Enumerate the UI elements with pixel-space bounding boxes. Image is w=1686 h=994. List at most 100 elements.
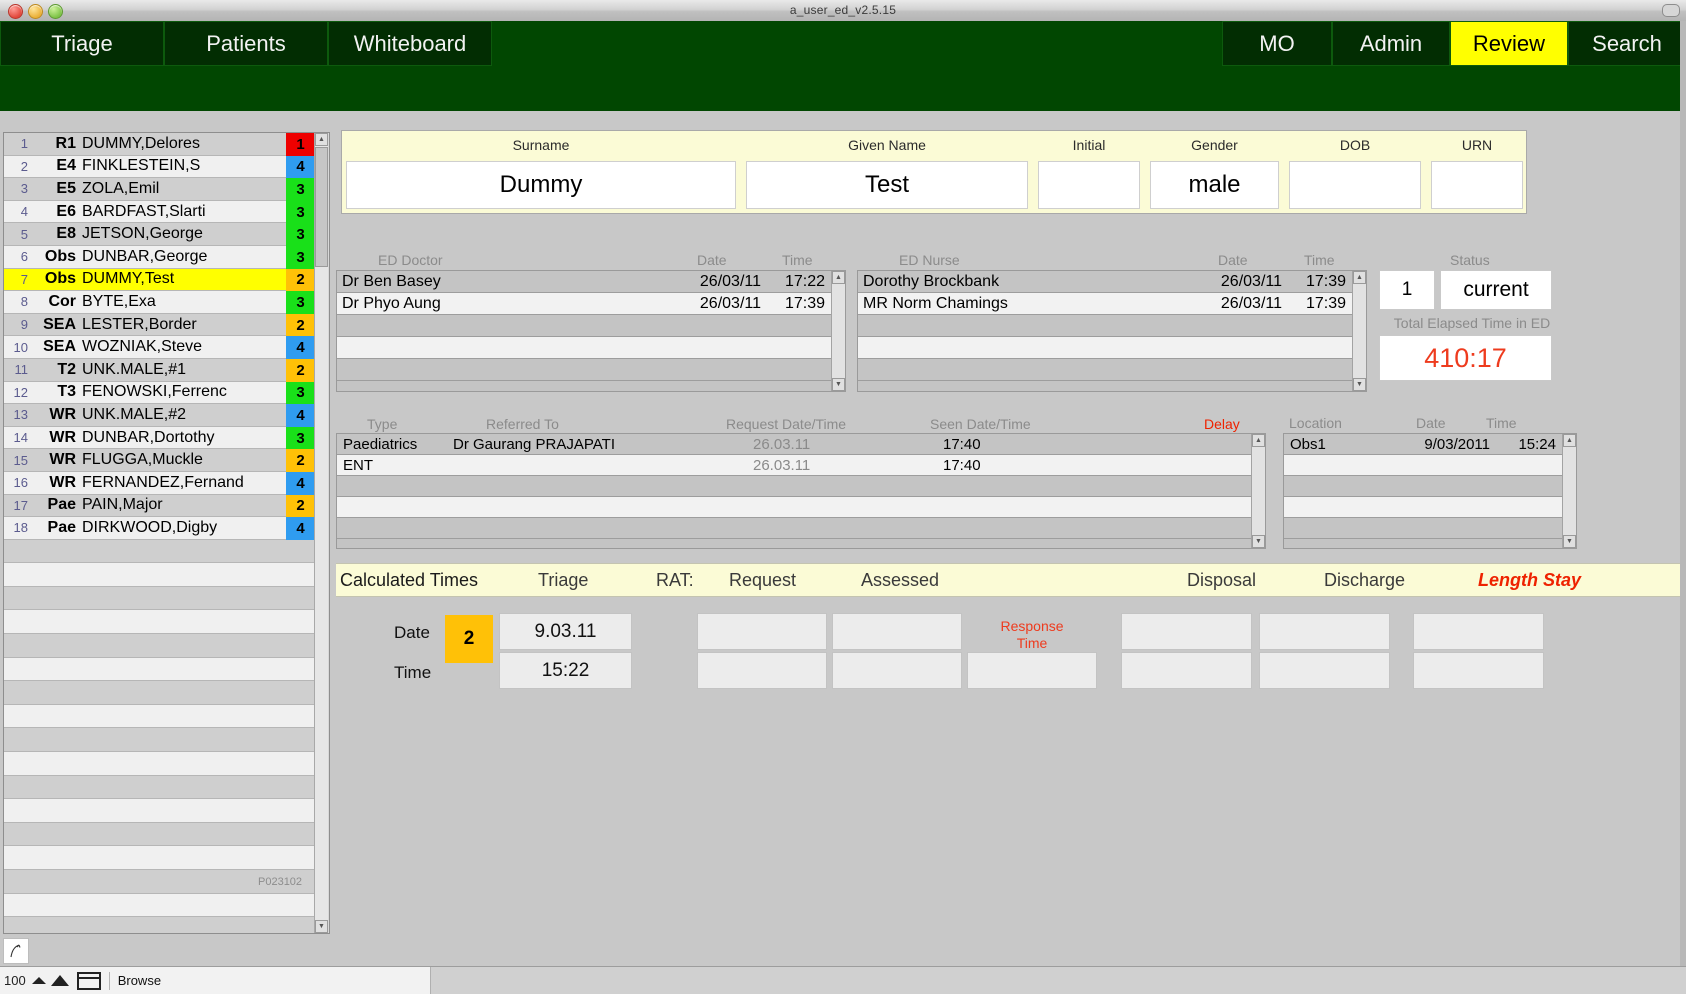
patient-field-gender[interactable]: male (1150, 161, 1279, 209)
patient-list-empty-row[interactable] (4, 775, 315, 800)
patient-list-row[interactable]: 12 T3 FENOWSKI,Ferrenc 3 (4, 381, 315, 405)
ct-length-stay-time-field[interactable] (1413, 652, 1544, 689)
ed-doctor-scrollbar[interactable]: ▲ ▼ (831, 271, 845, 391)
status-code-field[interactable]: 1 (1379, 270, 1435, 310)
nav-tab-review[interactable]: Review (1450, 21, 1568, 66)
patient-list-row[interactable]: 2 E4 FINKLESTEIN,S 4 (4, 155, 315, 179)
ct-discharge-date-field[interactable] (1259, 613, 1390, 650)
patient-list[interactable]: 1 R1 DUMMY,Delores 1 2 E4 FINKLESTEIN,S 4 3 E5 ZOL… (4, 133, 315, 933)
nav-tab-patients[interactable]: Patients (164, 21, 328, 66)
patient-list-empty-row[interactable] (4, 586, 315, 611)
ct-triage-time-field[interactable]: 15:22 (499, 652, 632, 689)
patient-list-empty-row[interactable] (4, 563, 315, 587)
status-text-field[interactable]: current (1440, 270, 1552, 310)
mode-label[interactable]: Browse (118, 973, 161, 988)
location-empty-row[interactable] (1284, 476, 1564, 497)
patient-list-empty-row[interactable] (4, 610, 315, 635)
patient-list-empty-row[interactable] (4, 752, 315, 776)
zoom-in-triangle-icon[interactable] (50, 975, 69, 986)
patient-field-initial[interactable] (1038, 161, 1140, 209)
patient-field-surname[interactable]: Dummy (346, 161, 736, 209)
scroll-up-icon[interactable]: ▲ (315, 133, 328, 146)
scroll-up-icon[interactable]: ▲ (832, 271, 845, 284)
referral-empty-row[interactable] (337, 497, 1253, 518)
zoom-out-triangle-icon[interactable] (31, 977, 46, 984)
patient-list-row[interactable]: 1 R1 DUMMY,Delores 1 (4, 133, 315, 156)
scroll-down-icon[interactable]: ▼ (1353, 378, 1366, 391)
patient-list-empty-row[interactable] (4, 704, 315, 729)
patient-list-row[interactable]: 5 E8 JETSON,George 3 (4, 223, 315, 246)
patient-list-row[interactable]: 3 E5 ZOLA,Emil 3 (4, 178, 315, 201)
patient-field-dob[interactable] (1289, 161, 1421, 209)
patient-list-empty-row[interactable] (4, 917, 315, 933)
nav-tab-admin[interactable]: Admin (1332, 21, 1450, 66)
patient-list-row[interactable]: 17 Pae PAIN,Major 2 (4, 494, 315, 518)
ct-discharge-time-field[interactable] (1259, 652, 1390, 689)
location-row[interactable]: Obs1 9/03/2011 15:24 (1284, 434, 1564, 455)
staff-empty-row[interactable] (337, 337, 833, 359)
patient-list-row[interactable]: 13 WR UNK.MALE,#2 4 (4, 404, 315, 427)
referrals-grid[interactable]: Paediatrics Dr Gaurang PRAJAPATI 26.03.11 1… (336, 433, 1266, 549)
ct-assessed-time-field[interactable] (832, 652, 962, 689)
patient-list-empty-row[interactable] (4, 728, 315, 753)
nav-tab-mo[interactable]: MO (1222, 21, 1332, 66)
nav-tab-search[interactable]: Search (1568, 21, 1686, 66)
patient-list-empty-row[interactable] (4, 846, 315, 870)
scroll-up-icon[interactable]: ▲ (1252, 434, 1265, 447)
scroll-down-icon[interactable]: ▼ (832, 378, 845, 391)
location-empty-row[interactable] (1284, 518, 1564, 539)
referral-empty-row[interactable] (337, 476, 1253, 497)
staff-row[interactable]: Dorothy Brockbank 26/03/11 17:39 (858, 271, 1354, 293)
patient-list-row[interactable]: 15 WR FLUGGA,Muckle 2 (4, 449, 315, 472)
location-empty-row[interactable] (1284, 455, 1564, 476)
referrals-scrollbar[interactable]: ▲ ▼ (1251, 434, 1265, 548)
scroll-down-icon[interactable]: ▼ (1563, 535, 1576, 548)
patient-field-given-name[interactable]: Test (746, 161, 1028, 209)
ct-request-time-field[interactable] (697, 652, 827, 689)
patient-list-empty-row[interactable] (4, 893, 315, 918)
staff-empty-row[interactable] (858, 359, 1354, 381)
patient-list-empty-row[interactable] (4, 681, 315, 705)
patient-list-row[interactable]: 9 SEA LESTER,Border 2 (4, 313, 315, 337)
referral-empty-row[interactable] (337, 518, 1253, 539)
staff-empty-row[interactable] (858, 337, 1354, 359)
ct-request-date-field[interactable] (697, 613, 827, 650)
patient-list-row[interactable]: 4 E6 BARDFAST,Slarti 3 (4, 200, 315, 224)
location-empty-row[interactable] (1284, 497, 1564, 518)
staff-row[interactable]: Dr Phyo Aung 26/03/11 17:39 (337, 293, 833, 315)
patient-list-scrollbar[interactable]: ▲ ▼ (314, 133, 328, 933)
ct-response-time-field[interactable] (967, 652, 1097, 689)
patient-list-row[interactable]: 14 WR DUNBAR,Dortothy 3 (4, 426, 315, 450)
patient-list-row[interactable]: 8 Cor BYTE,Exa 3 (4, 291, 315, 314)
window-pane-icon[interactable] (76, 971, 101, 990)
ct-disposal-time-field[interactable] (1121, 652, 1252, 689)
ed-doctor-grid[interactable]: Dr Ben Basey 26/03/11 17:22 Dr Phyo Aung 26/… (336, 270, 846, 392)
patient-list-row[interactable]: 11 T2 UNK.MALE,#1 2 (4, 358, 315, 382)
patient-list-row[interactable]: 18 Pae DIRKWOOD,Digby 4 (4, 517, 315, 540)
resize-icon[interactable] (1662, 4, 1680, 17)
referral-row[interactable]: ENT 26.03.11 17:40 (337, 455, 1253, 476)
nav-tab-triage[interactable]: Triage (0, 21, 164, 66)
locations-scrollbar[interactable]: ▲ ▼ (1562, 434, 1576, 548)
patient-field-urn[interactable] (1431, 161, 1523, 209)
patient-list-empty-row[interactable] (4, 539, 315, 564)
ct-assessed-date-field[interactable] (832, 613, 962, 650)
scroll-down-icon[interactable]: ▼ (315, 920, 328, 933)
ed-nurse-grid[interactable]: Dorothy Brockbank 26/03/11 17:39 MR Norm Ch… (857, 270, 1367, 392)
patient-list-row[interactable]: 16 WR FERNANDEZ,Fernand 4 (4, 471, 315, 495)
patient-list-row[interactable]: 6 Obs DUNBAR,George 3 (4, 245, 315, 269)
scroll-down-icon[interactable]: ▼ (1252, 535, 1265, 548)
scroll-up-icon[interactable]: ▲ (1563, 434, 1576, 447)
locations-grid[interactable]: Obs1 9/03/2011 15:24 ▲ ▼ (1283, 433, 1577, 549)
scrollbar-thumb[interactable] (315, 147, 328, 267)
ct-length-stay-date-field[interactable] (1413, 613, 1544, 650)
ct-triage-date-field[interactable]: 9.03.11 (499, 613, 632, 650)
staff-row[interactable]: MR Norm Chamings 26/03/11 17:39 (858, 293, 1354, 315)
scroll-up-icon[interactable]: ▲ (1353, 271, 1366, 284)
staff-empty-row[interactable] (337, 315, 833, 337)
patient-list-empty-row[interactable] (4, 634, 315, 658)
ed-nurse-scrollbar[interactable]: ▲ ▼ (1352, 271, 1366, 391)
patient-list-empty-row[interactable] (4, 657, 315, 682)
patient-list-empty-row[interactable] (4, 799, 315, 823)
patient-list-row[interactable]: 7 Obs DUMMY,Test 2 (4, 268, 315, 292)
